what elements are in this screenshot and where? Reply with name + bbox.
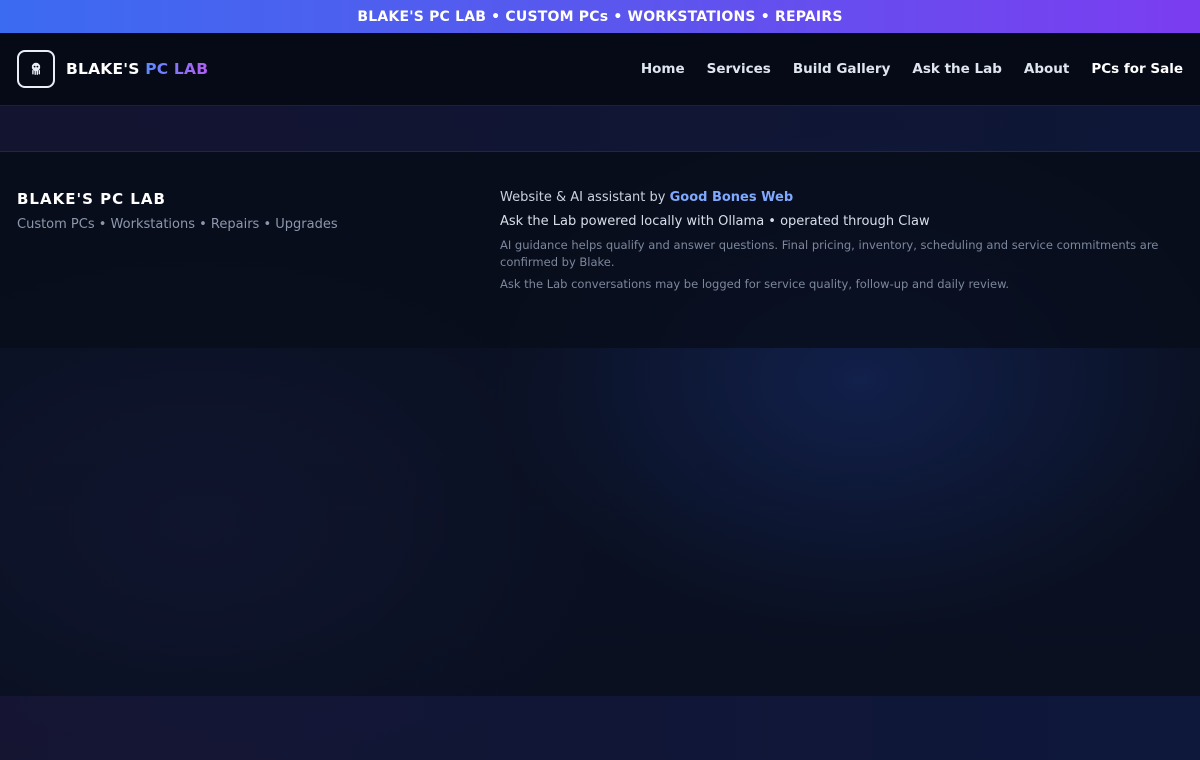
- section-band: [0, 106, 1200, 152]
- nav-services[interactable]: Services: [707, 61, 771, 77]
- site-footer: BLAKE'S PC LAB Custom PCs • Workstations…: [0, 152, 1200, 348]
- good-bones-web-link[interactable]: Good Bones Web: [670, 190, 794, 205]
- bottom-band: [0, 696, 1200, 760]
- site-header: BLAKE'S PC LAB Home Services Build Galle…: [0, 33, 1200, 106]
- credit-prefix: Website & AI assistant by: [500, 190, 670, 205]
- nav-build-gallery[interactable]: Build Gallery: [793, 61, 891, 77]
- brand-accent: PC LAB: [145, 60, 209, 78]
- nav-ask-the-lab[interactable]: Ask the Lab: [912, 61, 1001, 77]
- main-nav: Home Services Build Gallery Ask the Lab …: [619, 61, 1183, 77]
- promo-text: BLAKE'S PC LAB • CUSTOM PCs • WORKSTATIO…: [357, 8, 843, 25]
- footer-credit: Website & AI assistant by Good Bones Web: [500, 190, 1183, 205]
- footer-brand-column: BLAKE'S PC LAB Custom PCs • Workstations…: [17, 190, 500, 348]
- brand-main: BLAKE'S: [66, 60, 146, 78]
- footer-disclaimer: AI guidance helps qualify and answer que…: [500, 238, 1159, 269]
- footer-powered-by: Ask the Lab powered locally with Ollama …: [500, 214, 930, 229]
- footer-info-column: Website & AI assistant by Good Bones Web…: [500, 190, 1183, 348]
- promo-banner: BLAKE'S PC LAB • CUSTOM PCs • WORKSTATIO…: [0, 0, 1200, 33]
- footer-tagline: Custom PCs • Workstations • Repairs • Up…: [17, 217, 338, 232]
- nav-pcs-for-sale[interactable]: PCs for Sale: [1091, 61, 1183, 77]
- footer-title: BLAKE'S PC LAB: [17, 190, 166, 208]
- footer-logging-note: Ask the Lab conversations may be logged …: [500, 277, 1010, 291]
- robot-octopus-icon: [17, 50, 55, 88]
- nav-about[interactable]: About: [1024, 61, 1069, 77]
- brand[interactable]: BLAKE'S PC LAB: [17, 50, 208, 88]
- brand-name: BLAKE'S PC LAB: [66, 60, 208, 78]
- nav-home[interactable]: Home: [641, 61, 685, 77]
